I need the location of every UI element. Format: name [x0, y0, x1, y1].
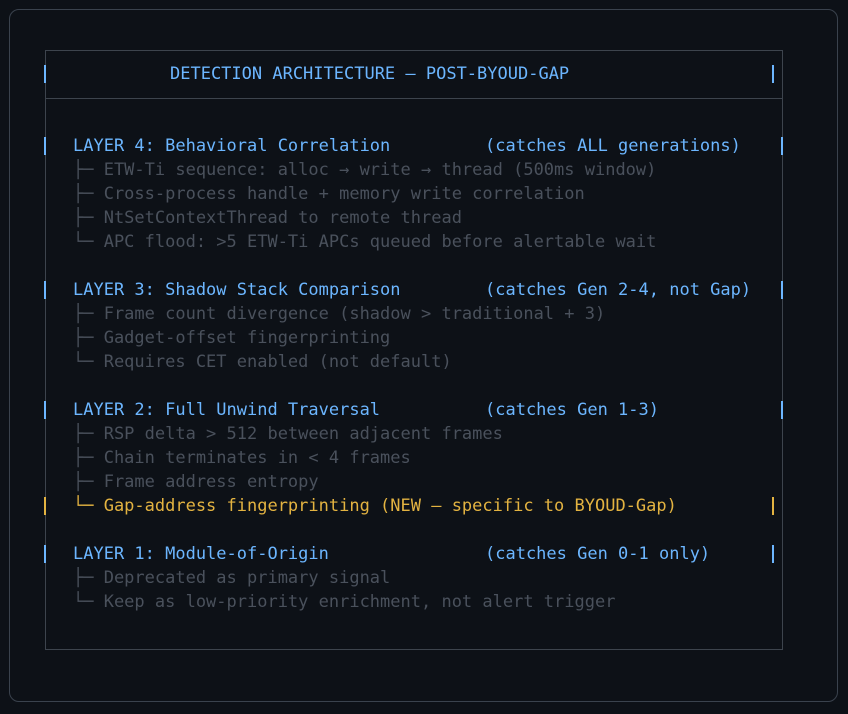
- layer2-highlight-item: └─ Gap-address fingerprinting (NEW — spe…: [73, 496, 677, 516]
- title-left-bar: [44, 65, 46, 83]
- layer3-item: ├─ Frame count divergence (shadow > trad…: [73, 304, 606, 324]
- layer3-catches: (catches Gen 2-4, not Gap): [485, 280, 752, 300]
- diagram-title: DETECTION ARCHITECTURE — POST-BYOUD-GAP: [170, 64, 570, 84]
- layer4-item: └─ APC flood: >5 ETW-Ti APCs queued befo…: [73, 232, 657, 252]
- layer4-left-bar: [44, 137, 46, 155]
- highlight-left-bar: [44, 497, 46, 515]
- highlight-right-bar: [772, 497, 774, 515]
- layer2-item: ├─ RSP delta > 512 between adjacent fram…: [73, 424, 503, 444]
- layer4-catches: (catches ALL generations): [485, 136, 741, 156]
- layer2-item: ├─ Chain terminates in < 4 frames: [73, 448, 411, 468]
- layer1-right-bar: [772, 545, 774, 563]
- layer4-item: ├─ NtSetContextThread to remote thread: [73, 208, 462, 228]
- layer2-right-bar: [781, 401, 783, 419]
- layer1-catches: (catches Gen 0-1 only): [485, 544, 711, 564]
- layer4-item: ├─ ETW-Ti sequence: alloc → write → thre…: [73, 160, 657, 180]
- layer1-item: └─ Keep as low-priority enrichment, not …: [73, 592, 616, 612]
- layer3-right-bar: [781, 281, 783, 299]
- layer3-heading: LAYER 3: Shadow Stack Comparison: [73, 280, 401, 300]
- layer2-heading: LAYER 2: Full Unwind Traversal: [73, 400, 381, 420]
- layer2-item: ├─ Frame address entropy: [73, 472, 319, 492]
- title-separator: [45, 98, 783, 99]
- layer1-item: ├─ Deprecated as primary signal: [73, 568, 391, 588]
- layer3-left-bar: [44, 281, 46, 299]
- layer3-item: ├─ Gadget-offset fingerprinting: [73, 328, 391, 348]
- title-right-bar: [772, 65, 774, 83]
- layer3-item: └─ Requires CET enabled (not default): [73, 352, 452, 372]
- layer2-left-bar: [44, 401, 46, 419]
- layer4-item: ├─ Cross-process handle + memory write c…: [73, 184, 585, 204]
- layer1-left-bar: [44, 545, 46, 563]
- layer4-heading: LAYER 4: Behavioral Correlation: [73, 136, 391, 156]
- layer2-catches: (catches Gen 1-3): [485, 400, 659, 420]
- layer1-heading: LAYER 1: Module-of-Origin: [73, 544, 329, 564]
- layer4-right-bar: [781, 137, 783, 155]
